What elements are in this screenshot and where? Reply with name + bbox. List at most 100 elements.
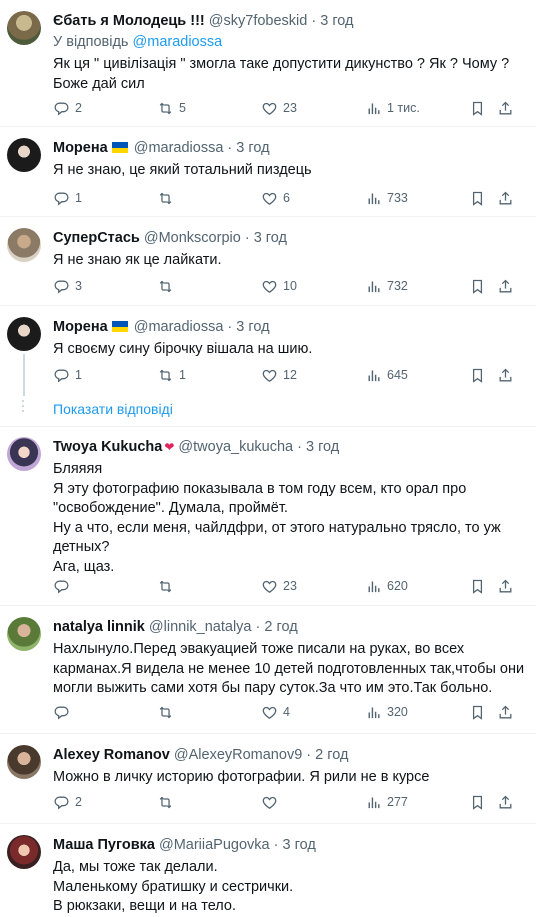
share-button[interactable] bbox=[497, 276, 514, 296]
views-button[interactable]: 733 bbox=[365, 188, 408, 208]
avatar[interactable] bbox=[7, 745, 41, 779]
separator: · bbox=[227, 319, 233, 335]
like-button[interactable]: 12 bbox=[261, 365, 297, 385]
show-replies-row[interactable]: Показати відповіді bbox=[0, 396, 536, 427]
reply-handle-link[interactable]: @maradiossa bbox=[133, 34, 223, 50]
author-name[interactable]: Єбать я Молодець !!! bbox=[53, 13, 205, 29]
author-name[interactable]: Морена bbox=[53, 140, 108, 156]
retweet-button[interactable] bbox=[157, 792, 179, 812]
reply-button[interactable]: 1 bbox=[53, 188, 82, 208]
share-button[interactable] bbox=[497, 702, 514, 722]
tweet-3[interactable]: Морена @maradiossa · 3 год Я своєму сину… bbox=[0, 306, 536, 396]
like-button[interactable]: 10 bbox=[261, 276, 297, 296]
author-name[interactable]: СуперСтась bbox=[53, 230, 140, 246]
share-button[interactable] bbox=[497, 365, 514, 385]
views-button[interactable]: 1 тис. bbox=[365, 98, 420, 118]
like-button[interactable] bbox=[261, 792, 283, 812]
tweet-text: Як ця " цивілізація " змогла таке допуст… bbox=[53, 56, 510, 92]
share-button[interactable] bbox=[497, 792, 514, 812]
like-button[interactable]: 4 bbox=[261, 702, 290, 722]
bookmark-button[interactable] bbox=[469, 792, 486, 812]
timestamp[interactable]: 3 год bbox=[236, 140, 269, 156]
author-handle[interactable]: @twoya_kukucha bbox=[178, 439, 293, 455]
reply-button[interactable]: 1 bbox=[53, 365, 82, 385]
views-button[interactable]: 277 bbox=[365, 792, 408, 812]
heart-icon bbox=[261, 278, 278, 295]
avatar[interactable] bbox=[7, 138, 41, 172]
author-handle[interactable]: @Monkscorpio bbox=[144, 230, 241, 246]
tweet-7[interactable]: Маша Пуговка @MariiaPugovka · 3 год Да, … bbox=[0, 824, 536, 914]
reply-button[interactable] bbox=[53, 576, 75, 596]
tweet-6[interactable]: Alexey Romanov @AlexeyRomanov9 · 2 год М… bbox=[0, 734, 536, 824]
like-button[interactable]: 6 bbox=[261, 188, 290, 208]
tweet-2[interactable]: СуперСтась @Monkscorpio · 3 год Я не зна… bbox=[0, 217, 536, 306]
show-replies-link[interactable]: Показати відповіді bbox=[53, 401, 173, 417]
tweet-0[interactable]: Єбать я Молодець !!! @sky7fobeskid · 3 г… bbox=[0, 0, 536, 127]
timestamp[interactable]: 3 год bbox=[283, 837, 316, 853]
avatar[interactable] bbox=[7, 228, 41, 262]
tweet-4[interactable]: Twoya Kukucha ❤ @twoya_kukucha · 3 год Бл… bbox=[0, 426, 536, 606]
share-icon bbox=[497, 367, 514, 384]
reply-button[interactable] bbox=[53, 702, 75, 722]
views-icon bbox=[365, 704, 382, 721]
views-button[interactable]: 732 bbox=[365, 276, 408, 296]
reply-button[interactable]: 2 bbox=[53, 792, 82, 812]
bookmark-button[interactable] bbox=[469, 188, 486, 208]
retweet-button[interactable] bbox=[157, 276, 179, 296]
timestamp[interactable]: 3 год bbox=[236, 319, 269, 335]
timestamp[interactable]: 3 год bbox=[306, 439, 339, 455]
author-name[interactable]: Маша Пуговка bbox=[53, 837, 155, 853]
view-count: 732 bbox=[387, 279, 408, 293]
author-handle[interactable]: @MariiaPugovka bbox=[159, 837, 270, 853]
reply-context: У відповідь @maradiossa bbox=[53, 32, 526, 52]
share-icon bbox=[497, 278, 514, 295]
bookmark-icon bbox=[469, 278, 486, 295]
share-button[interactable] bbox=[497, 98, 514, 118]
author-handle[interactable]: @AlexeyRomanov9 bbox=[174, 747, 302, 763]
views-button[interactable]: 645 bbox=[365, 365, 408, 385]
timestamp[interactable]: 2 год bbox=[264, 619, 297, 635]
view-count: 1 тис. bbox=[387, 101, 420, 115]
tweet-1[interactable]: Морена @maradiossa · 3 год Я не знаю, це… bbox=[0, 127, 536, 217]
bookmark-button[interactable] bbox=[469, 276, 486, 296]
reply-count: 3 bbox=[75, 279, 82, 293]
views-button[interactable]: 320 bbox=[365, 702, 408, 722]
author-name[interactable]: Twoya Kukucha bbox=[53, 439, 162, 455]
like-button[interactable]: 23 bbox=[261, 98, 297, 118]
author-handle[interactable]: @linnik_natalya bbox=[149, 619, 252, 635]
reply-icon bbox=[53, 704, 70, 721]
author-handle[interactable]: @maradiossa bbox=[134, 140, 224, 156]
retweet-button[interactable] bbox=[157, 188, 179, 208]
reply-button[interactable]: 3 bbox=[53, 276, 82, 296]
bookmark-button[interactable] bbox=[469, 576, 486, 596]
avatar[interactable] bbox=[7, 835, 41, 869]
heart-icon bbox=[261, 704, 278, 721]
retweet-button[interactable] bbox=[157, 576, 179, 596]
bookmark-button[interactable] bbox=[469, 702, 486, 722]
retweet-button[interactable] bbox=[157, 702, 179, 722]
timestamp[interactable]: 3 год bbox=[254, 230, 287, 246]
author-name[interactable]: Морена bbox=[53, 319, 108, 335]
bookmark-button[interactable] bbox=[469, 98, 486, 118]
timestamp[interactable]: 2 год bbox=[315, 747, 348, 763]
author-name[interactable]: natalya linnik bbox=[53, 619, 145, 635]
tweet-5[interactable]: natalya linnik @linnik_natalya · 2 год Н… bbox=[0, 606, 536, 734]
timestamp[interactable]: 3 год bbox=[320, 13, 353, 29]
retweet-button[interactable]: 5 bbox=[157, 98, 186, 118]
retweet-button[interactable]: 1 bbox=[157, 365, 186, 385]
avatar[interactable] bbox=[7, 317, 41, 351]
share-button[interactable] bbox=[497, 188, 514, 208]
views-button[interactable]: 620 bbox=[365, 576, 408, 596]
like-button[interactable]: 23 bbox=[261, 576, 297, 596]
like-count: 4 bbox=[283, 705, 290, 719]
reply-button[interactable]: 2 bbox=[53, 98, 82, 118]
avatar[interactable] bbox=[7, 617, 41, 651]
avatar[interactable] bbox=[7, 437, 41, 471]
author-name[interactable]: Alexey Romanov bbox=[53, 747, 170, 763]
bookmark-icon bbox=[469, 704, 486, 721]
author-handle[interactable]: @sky7fobeskid bbox=[209, 13, 308, 29]
share-button[interactable] bbox=[497, 576, 514, 596]
author-handle[interactable]: @maradiossa bbox=[134, 319, 224, 335]
avatar[interactable] bbox=[7, 11, 41, 45]
bookmark-button[interactable] bbox=[469, 365, 486, 385]
